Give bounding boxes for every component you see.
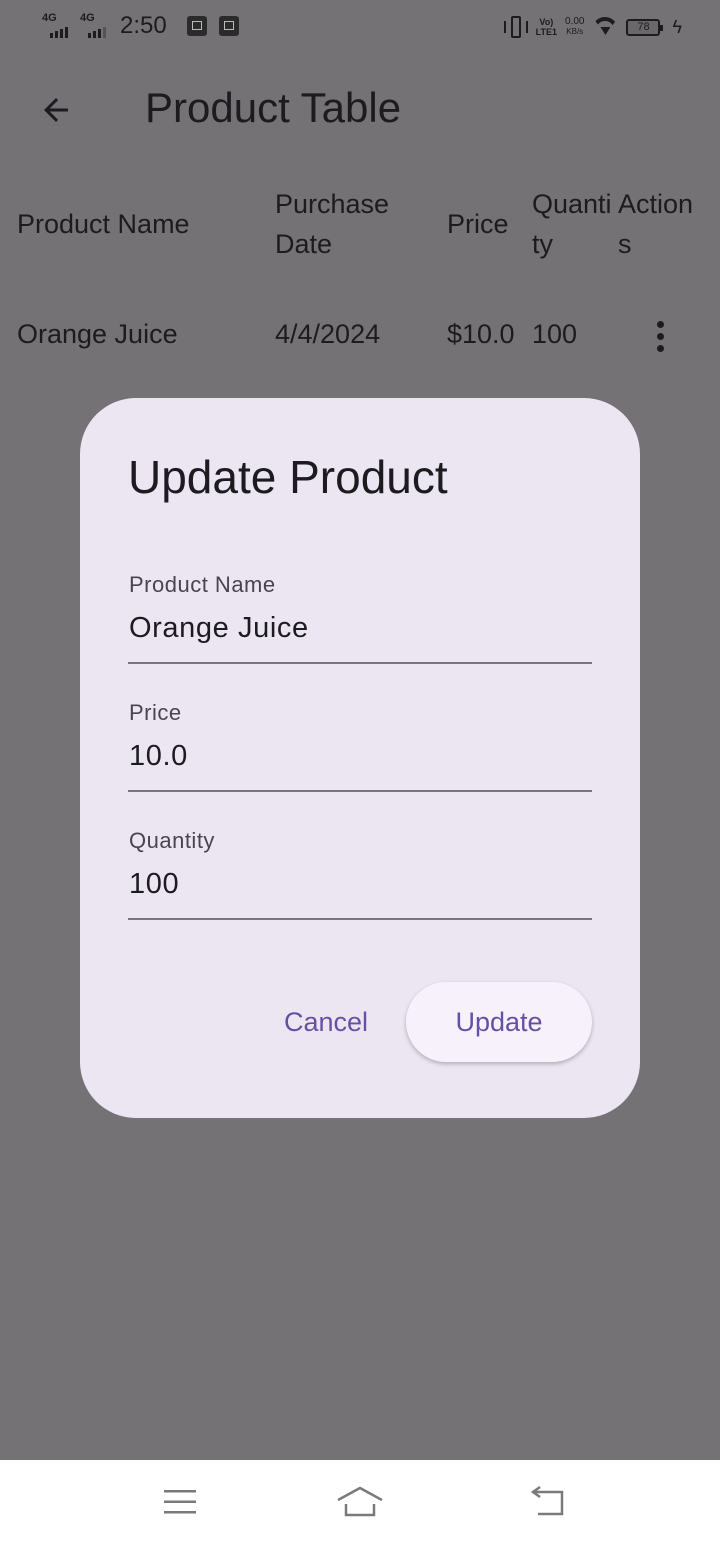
menu-icon xyxy=(164,1490,196,1514)
network-speed: 0.00 KB/s xyxy=(565,17,584,37)
back-button[interactable] xyxy=(24,82,88,138)
price-underline xyxy=(128,790,592,792)
column-header-purchase-date: Purchase Date xyxy=(275,189,390,259)
return-icon xyxy=(530,1485,564,1516)
network-speed-unit: KB/s xyxy=(566,27,584,36)
product-name-field: Product Name xyxy=(128,572,593,700)
column-header-price: Price xyxy=(447,209,509,239)
app-bar: Product Table xyxy=(0,56,720,166)
quantity-field: Quantity xyxy=(128,828,593,956)
battery-icon: 78 xyxy=(626,18,664,36)
back-nav-button[interactable] xyxy=(518,1474,578,1530)
system-navigation-bar xyxy=(0,1460,720,1544)
volte-indicator: Vo) LTE1 xyxy=(536,17,557,37)
arrow-left-icon xyxy=(44,98,68,122)
usb-notification-icon xyxy=(186,16,207,36)
home-icon xyxy=(337,1486,383,1517)
product-name-input[interactable] xyxy=(128,606,593,650)
cancel-button[interactable]: Cancel xyxy=(254,983,398,1062)
table-row: Orange Juice 4/4/2024 $10.0 100 xyxy=(0,290,720,380)
product-name-underline xyxy=(128,662,592,664)
volte-bottom-label: LTE1 xyxy=(535,27,557,37)
network-type-1: 4G xyxy=(42,12,57,24)
cell-purchase-date: 4/4/2024 xyxy=(275,319,381,349)
cellular-signal-1-icon: 4G xyxy=(42,12,74,40)
quantity-underline xyxy=(128,918,592,920)
home-button[interactable] xyxy=(330,1474,390,1530)
cell-product-name: Orange Juice xyxy=(17,319,178,349)
status-bar: 4G 4G 2:50 Vo) LTE1 0.00 KB/s 78 ϟ xyxy=(0,0,720,56)
price-field: Price xyxy=(128,700,593,828)
status-time: 2:50 xyxy=(120,12,167,39)
cell-quantity: 100 xyxy=(532,319,578,349)
network-speed-value: 0.00 xyxy=(565,16,585,27)
dialog-title: Update Product xyxy=(128,451,448,503)
quantity-input[interactable] xyxy=(128,862,593,906)
column-header-quantity: Quantity xyxy=(532,189,612,259)
cellular-signal-2-icon: 4G xyxy=(80,12,112,40)
product-name-label: Product Name xyxy=(129,572,276,597)
table-header-row: Product Name Purchase Date Price Quantit… xyxy=(0,180,720,280)
column-header-actions: Actions xyxy=(618,189,694,259)
update-product-dialog: Update Product Product Name Price Quanti… xyxy=(80,398,640,1118)
network-type-2: 4G xyxy=(80,12,95,24)
price-input[interactable] xyxy=(128,734,593,778)
vibrate-icon xyxy=(503,14,528,40)
wifi-icon xyxy=(592,17,618,37)
screenshot-notification-icon xyxy=(218,16,239,36)
more-vert-icon[interactable] xyxy=(640,316,680,356)
cell-price: $10.0 xyxy=(447,319,515,349)
product-table: Product Name Purchase Date Price Quantit… xyxy=(0,180,720,370)
column-header-product-name: Product Name xyxy=(17,209,190,239)
price-label: Price xyxy=(129,700,182,725)
page-title: Product Table xyxy=(145,84,402,131)
update-button[interactable]: Update xyxy=(406,982,592,1062)
quantity-label: Quantity xyxy=(129,828,215,853)
dialog-actions: Cancel Update xyxy=(254,982,592,1062)
charging-icon: ϟ xyxy=(672,16,682,37)
volte-top-label: Vo) xyxy=(539,17,554,27)
recents-button[interactable] xyxy=(150,1474,210,1530)
